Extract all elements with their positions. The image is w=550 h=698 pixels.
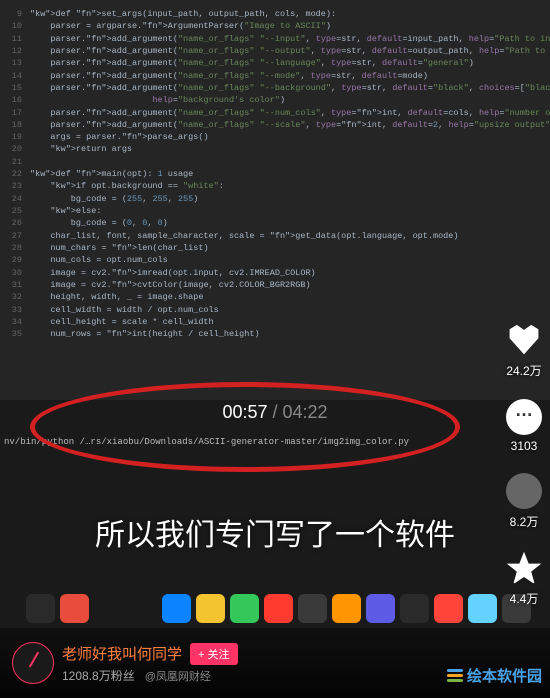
weibo-handle: @凤凰网财经: [145, 671, 211, 683]
author-bar: 老师好我叫何同学 + 关注 1208.8万粉丝 @凤凰网财经: [0, 628, 550, 698]
terminal-path: nv/bin/python /…rs/xiaobu/Downloads/ASCI…: [0, 435, 413, 449]
follow-button[interactable]: + 关注: [190, 643, 237, 665]
dock-app-icon[interactable]: [332, 594, 361, 623]
dock-app-icon[interactable]: [60, 594, 89, 623]
dock-app-icon[interactable]: [298, 594, 327, 623]
comment-button[interactable]: 3103: [506, 399, 542, 453]
comment-icon: [506, 399, 542, 435]
dock-app-icon[interactable]: [264, 594, 293, 623]
dock-app-icon[interactable]: [162, 594, 191, 623]
like-button[interactable]: 24.2万: [506, 322, 542, 379]
dock-app-icon[interactable]: [196, 594, 225, 623]
dock-app-icon[interactable]: [366, 594, 395, 623]
author-name[interactable]: 老师好我叫何同学: [62, 643, 182, 664]
dock-app-icon[interactable]: [128, 594, 157, 623]
dock-app-icon[interactable]: [400, 594, 429, 623]
favorite-count: 4.4万: [510, 590, 539, 607]
dock-app-icon[interactable]: [94, 594, 123, 623]
dock-app-icon[interactable]: [434, 594, 463, 623]
watermark-text: 绘本软件园: [467, 665, 542, 686]
heart-icon: [506, 322, 542, 358]
dock-app-icon[interactable]: [26, 594, 55, 623]
subtitle-caption: 所以我们专门写了一个软件: [95, 510, 455, 554]
current-time: 00:57: [222, 402, 267, 422]
dock-app-icon[interactable]: [230, 594, 259, 623]
fans-count: 1208.8万粉丝: [62, 669, 135, 683]
engagement-sidebar: 24.2万 3103 8.2万 4.4万: [506, 322, 542, 623]
dock-app-icon[interactable]: [468, 594, 497, 623]
share-count: 8.2万: [510, 513, 539, 530]
comment-count: 3103: [511, 439, 538, 453]
like-count: 24.2万: [506, 362, 541, 379]
video-timer: 00:57 / 04:22: [222, 402, 327, 423]
favorite-button[interactable]: 4.4万: [506, 550, 542, 607]
duration: 04:22: [283, 402, 328, 422]
watermark: 绘本软件园: [447, 665, 542, 686]
share-button[interactable]: 8.2万: [506, 473, 542, 530]
star-icon: [506, 550, 542, 586]
avatar[interactable]: [12, 642, 54, 684]
macos-dock: [26, 594, 531, 623]
share-icon: [506, 473, 542, 509]
code-editor: 9"kw">def "fn">set_args(input_path, outp…: [0, 0, 550, 400]
